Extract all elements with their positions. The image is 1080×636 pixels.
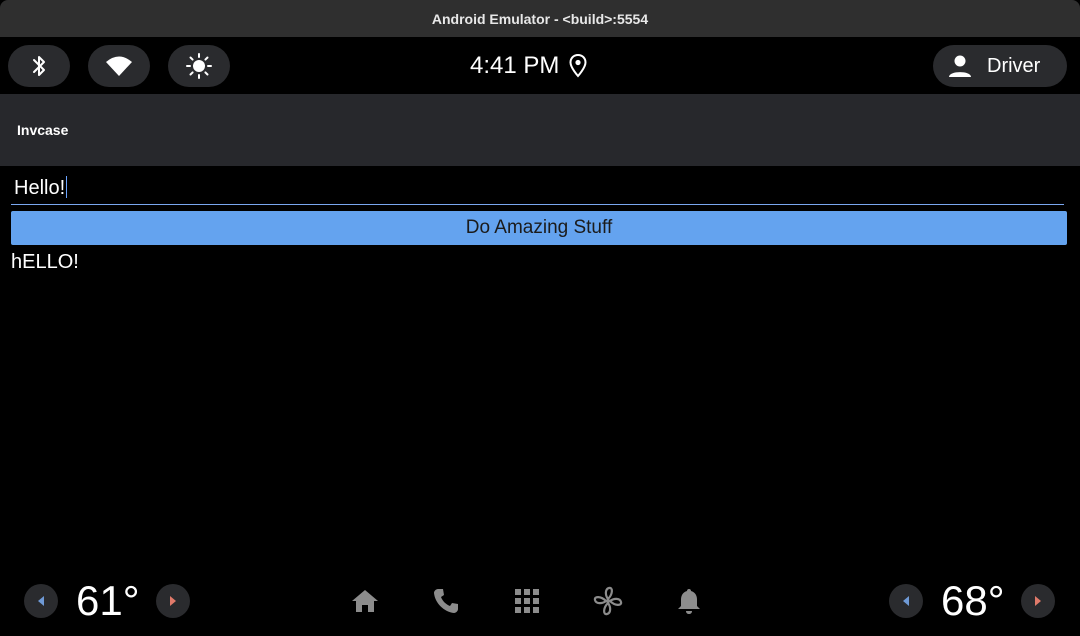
do-amazing-stuff-button[interactable]: Do Amazing Stuff — [11, 211, 1067, 245]
status-bar: 4:41 PM Driver — [0, 37, 1080, 94]
bottom-nav-bar: 61° 68° — [0, 566, 1080, 636]
right-temp-increase-button[interactable] — [1021, 584, 1055, 618]
brightness-icon — [186, 53, 212, 79]
brightness-button[interactable] — [168, 45, 230, 87]
bluetooth-button[interactable] — [8, 45, 70, 87]
chevron-left-icon — [903, 596, 909, 606]
app-title: Invcase — [17, 122, 69, 138]
chevron-right-icon — [1035, 596, 1041, 606]
right-temperature: 68° — [941, 577, 1005, 624]
window-titlebar: Android Emulator - <build>:5554 — [0, 0, 1080, 37]
left-temp-increase-button[interactable] — [156, 584, 190, 618]
climate-button[interactable] — [592, 585, 624, 617]
text-cursor — [66, 176, 68, 198]
app-bar: Invcase — [0, 94, 1080, 166]
bell-icon — [678, 589, 700, 614]
output-text: hELLO! — [11, 251, 79, 273]
wifi-button[interactable] — [88, 45, 150, 87]
notifications-button[interactable] — [673, 585, 705, 617]
text-input-value: Hello! — [14, 177, 66, 199]
phone-icon — [434, 589, 458, 613]
chevron-right-icon — [170, 596, 176, 606]
apps-grid-icon — [515, 589, 539, 613]
phone-button[interactable] — [430, 585, 462, 617]
home-button[interactable] — [349, 585, 381, 617]
wifi-icon — [106, 56, 132, 76]
left-temperature: 61° — [76, 577, 140, 624]
text-input[interactable]: Hello! — [11, 172, 1064, 205]
bluetooth-icon — [33, 56, 45, 76]
chevron-left-icon — [38, 596, 44, 606]
clock-time: 4:41 PM — [470, 52, 560, 79]
window-title: Android Emulator - <build>:5554 — [431, 10, 649, 27]
clock: 4:41 PM — [470, 45, 587, 87]
person-icon — [949, 55, 971, 77]
right-temp-decrease-button[interactable] — [889, 584, 923, 618]
fan-icon — [593, 586, 623, 616]
user-profile-button[interactable]: Driver — [933, 45, 1067, 87]
apps-button[interactable] — [511, 585, 543, 617]
home-icon — [352, 590, 378, 612]
user-label: Driver — [987, 54, 1041, 77]
left-temp-decrease-button[interactable] — [24, 584, 58, 618]
location-pin-icon — [569, 54, 587, 78]
